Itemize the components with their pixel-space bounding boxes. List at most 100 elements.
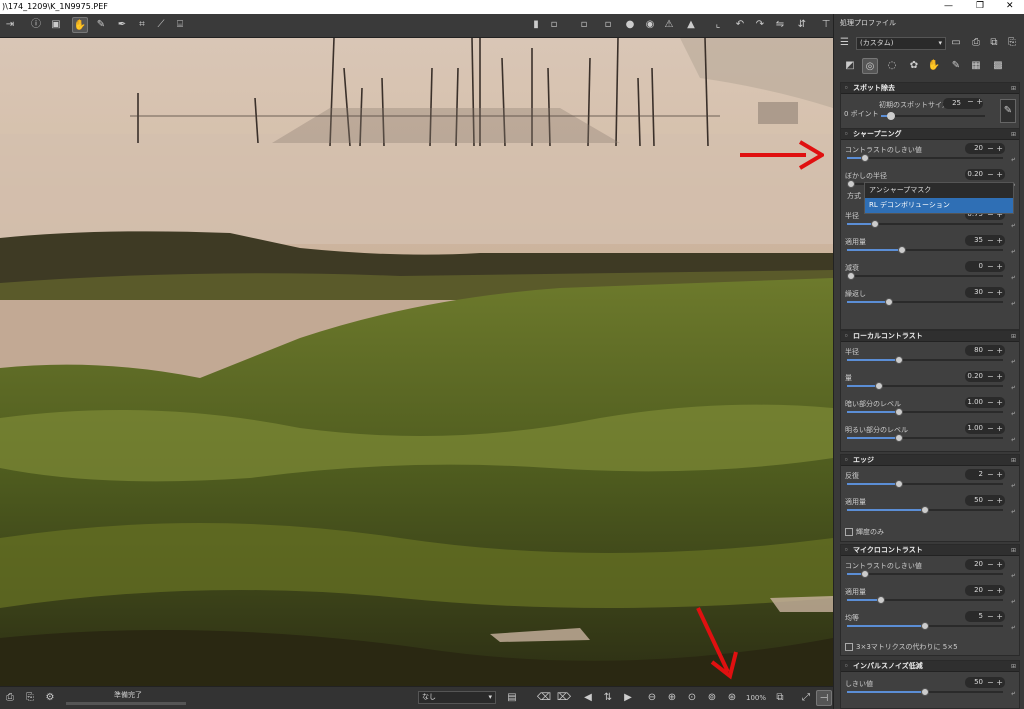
slider-knob[interactable] — [895, 356, 903, 364]
stepper-icon[interactable]: − + — [987, 261, 1003, 272]
slider-knob[interactable] — [895, 480, 903, 488]
slider-knob[interactable] — [921, 622, 929, 630]
local-contrast-header[interactable]: ローカルコントラスト ⊞ — [841, 331, 1019, 342]
slider-knob[interactable] — [895, 434, 903, 442]
image-preview[interactable] — [0, 38, 833, 686]
stepper-icon[interactable]: − + — [987, 677, 1003, 688]
tab-color-icon[interactable]: ◌ — [884, 58, 900, 74]
zoom-out-icon[interactable]: ⊖ — [644, 690, 660, 706]
sharp-iterations-slider[interactable] — [847, 298, 1003, 306]
reset-icon[interactable]: ⤶ — [1011, 273, 1015, 282]
microcontrast-header[interactable]: マイクロコントラスト ⊞ — [841, 545, 1019, 556]
slider-knob[interactable] — [847, 272, 855, 280]
reset-icon[interactable]: ⤶ — [1011, 435, 1015, 444]
zoom-100-icon[interactable]: ⊛ — [724, 690, 740, 706]
reset-icon[interactable]: ⤶ — [1011, 155, 1015, 164]
tab-transform-icon[interactable]: ✎ — [948, 58, 964, 74]
tab-local-icon[interactable]: ✋ — [926, 58, 942, 74]
section-menu-icon[interactable]: ⊞ — [1011, 661, 1016, 672]
maximize-button[interactable]: ❐ — [976, 1, 984, 11]
reset-icon[interactable]: ⤶ — [1011, 299, 1015, 308]
save-icon[interactable]: ⎙ — [2, 690, 18, 706]
profile-select[interactable]: (カスタム) ▾ — [856, 37, 946, 50]
slider-knob[interactable] — [861, 570, 869, 578]
stepper-icon[interactable]: − + — [987, 495, 1003, 506]
reset-icon[interactable]: ⤶ — [1011, 481, 1015, 490]
reset-icon[interactable]: ⤶ — [1011, 689, 1015, 698]
impulse-threshold-slider[interactable] — [847, 688, 1003, 696]
micro-contrast-slider[interactable] — [847, 570, 1003, 578]
stepper-icon[interactable]: − + — [987, 235, 1003, 246]
slider-knob[interactable] — [898, 246, 906, 254]
color-picker-icon[interactable]: ✎ — [93, 17, 109, 33]
sharp-contrast-slider[interactable] — [847, 154, 1003, 162]
edges-header[interactable]: エッジ ⊞ — [841, 455, 1019, 466]
slider-knob[interactable] — [861, 154, 869, 162]
luminance-only-checkbox[interactable]: 輝度のみ — [845, 527, 884, 537]
before-after-icon[interactable]: ▣ — [48, 17, 64, 33]
histogram-icon[interactable]: ⌞ — [710, 17, 726, 33]
reset-icon[interactable]: ⤶ — [1011, 597, 1015, 606]
slider-knob[interactable] — [921, 506, 929, 514]
slider-knob[interactable] — [895, 408, 903, 416]
channel-g-icon[interactable]: ▫ — [576, 17, 592, 33]
zoom-in-icon[interactable]: ⊕ — [664, 690, 680, 706]
method-option-usm[interactable]: アンシャープマスク — [865, 183, 1013, 198]
perspective-icon[interactable]: ⌸ — [172, 17, 188, 33]
reset-icon[interactable]: ⤶ — [1011, 247, 1015, 256]
panel-toggle-icon[interactable]: ⇥ — [2, 17, 18, 33]
trash-icon[interactable]: ⌫ — [536, 690, 552, 706]
save-profile-icon[interactable]: ⎙ — [968, 35, 984, 51]
pin-icon[interactable]: ⊤ — [818, 17, 834, 33]
slider-knob[interactable] — [875, 382, 883, 390]
queue-icon[interactable]: ⚙ — [42, 690, 58, 706]
stepper-icon[interactable]: − + — [987, 585, 1003, 596]
lc-radius-slider[interactable] — [847, 356, 1003, 364]
sharpening-method-dropdown[interactable]: アンシャープマスク RL デコンボリューション — [864, 182, 1014, 214]
paste-profile-icon[interactable]: ⎘ — [1004, 35, 1020, 51]
matrix-5x5-checkbox[interactable]: 3×3マトリクスの代わりに 5×5 — [845, 642, 958, 652]
stepper-icon[interactable]: − + — [987, 469, 1003, 480]
method-option-rl-deconvolution[interactable]: RL デコンボリューション — [865, 198, 1013, 213]
tab-detail-icon[interactable]: ◎ — [862, 58, 878, 74]
spot-edit-icon[interactable]: ✎ — [1000, 99, 1016, 123]
sharp-amount-slider[interactable] — [847, 246, 1003, 254]
tab-exposure-icon[interactable]: ◩ — [842, 58, 858, 74]
hand-tool-icon[interactable]: ✋ — [72, 17, 88, 33]
checkbox-box[interactable] — [845, 528, 853, 536]
sync-icon[interactable]: ⇅ — [600, 690, 616, 706]
filter-select[interactable]: なし ▾ — [418, 691, 496, 704]
lc-light-slider[interactable] — [847, 434, 1003, 442]
reset-icon[interactable]: ⤶ — [1011, 357, 1015, 366]
section-menu-icon[interactable]: ⊞ — [1011, 83, 1016, 94]
color-label-icon[interactable]: ▤ — [504, 690, 520, 706]
reset-icon[interactable]: ⤶ — [1011, 571, 1015, 580]
checkbox-box[interactable] — [845, 643, 853, 651]
reset-icon[interactable]: ⤶ — [1011, 507, 1015, 516]
lc-amount-slider[interactable] — [847, 382, 1003, 390]
channel-b-icon[interactable]: ▫ — [600, 17, 616, 33]
slider-knob[interactable] — [885, 298, 893, 306]
section-menu-icon[interactable]: ⊞ — [1011, 129, 1016, 140]
sharpening-header[interactable]: シャープニング ⊞ — [841, 129, 1019, 140]
reset-icon[interactable]: ⤶ — [1011, 383, 1015, 392]
slider-knob[interactable] — [921, 688, 929, 696]
channel-r-icon[interactable]: ▫ — [546, 17, 562, 33]
profile-list-icon[interactable]: ☰ — [840, 37, 854, 51]
stepper-icon[interactable]: − + — [987, 423, 1003, 434]
stepper-icon[interactable]: − + — [987, 287, 1003, 298]
crop-icon[interactable]: ⌗ — [134, 17, 150, 33]
slider-knob[interactable] — [887, 112, 895, 120]
shadow-warning-icon[interactable]: ⚠ — [661, 17, 677, 33]
stepper-icon[interactable]: − + — [987, 611, 1003, 622]
straighten-icon[interactable]: ⟋ — [153, 17, 169, 33]
tab-advanced-icon[interactable]: ✿ — [906, 58, 922, 74]
previous-image-icon[interactable]: ◀ — [580, 690, 596, 706]
slider-knob[interactable] — [871, 220, 879, 228]
impulse-noise-header[interactable]: インパルスノイズ低減 ⊞ — [841, 661, 1019, 672]
section-menu-icon[interactable]: ⊞ — [1011, 545, 1016, 556]
white-balance-picker-icon[interactable]: ✒ — [114, 17, 130, 33]
reset-icon[interactable]: ⤶ — [1011, 409, 1015, 418]
stepper-icon[interactable]: − + — [987, 371, 1003, 382]
minimize-button[interactable]: — — [944, 1, 953, 11]
